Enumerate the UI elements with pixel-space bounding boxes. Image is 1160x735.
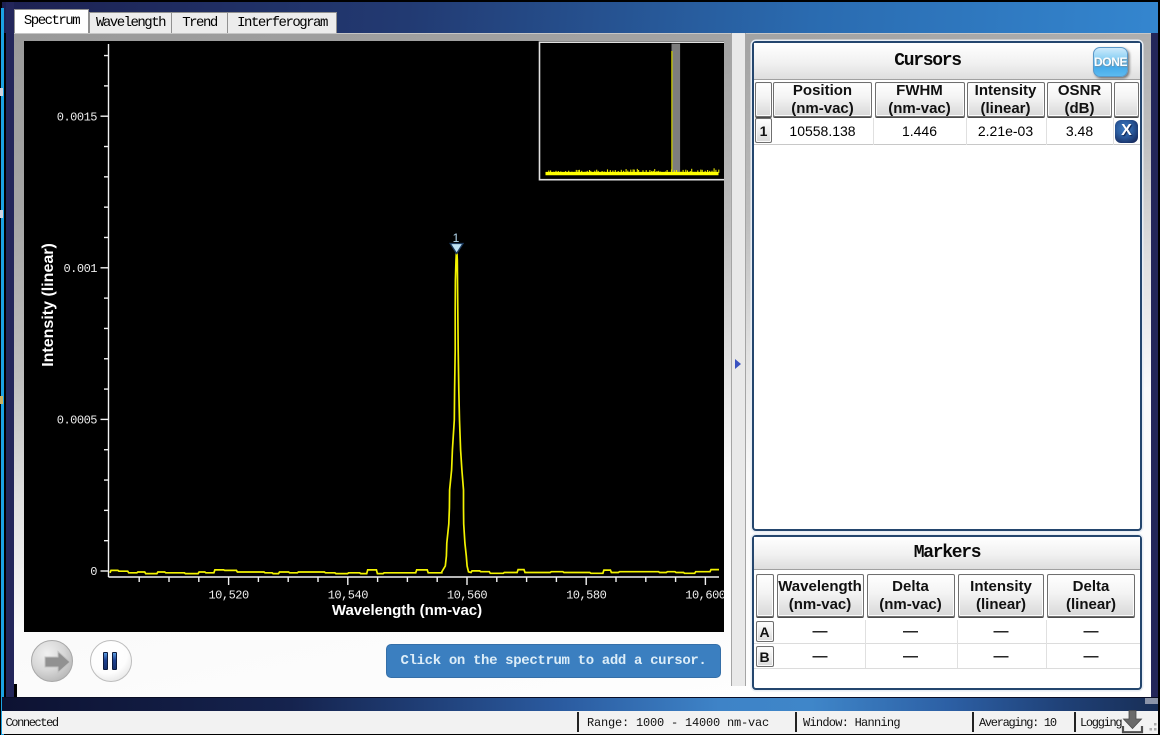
svg-text:1: 1 [453,231,460,245]
svg-text:10,560: 10,560 [447,589,488,603]
svg-text:Intensity (linear): Intensity (linear) [40,243,57,367]
svg-text:10,600: 10,600 [685,589,724,603]
svg-text:10,540: 10,540 [328,589,369,603]
svg-text:10,580: 10,580 [566,589,607,603]
svg-text:0.001: 0.001 [63,262,97,276]
svg-text:0: 0 [90,565,97,579]
svg-text:10,520: 10,520 [208,589,249,603]
svg-text:0.0015: 0.0015 [57,110,98,124]
svg-text:Wavelength (nm-vac): Wavelength (nm-vac) [332,602,482,619]
svg-text:0.0005: 0.0005 [57,414,98,428]
